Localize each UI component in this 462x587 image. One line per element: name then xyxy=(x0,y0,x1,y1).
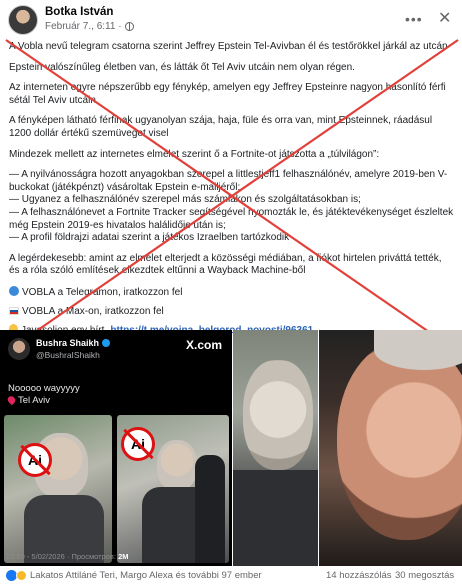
verified-icon xyxy=(102,339,111,347)
tweet-photo: Ai xyxy=(4,415,112,563)
tweet-footer-time: 23:50 - 5/02/2026 · Просмотров: xyxy=(6,552,116,561)
comments-count[interactable]: 14 hozzászólás xyxy=(326,570,391,581)
close-icon[interactable]: ✕ xyxy=(438,8,451,28)
globe-icon xyxy=(124,22,134,31)
post-meta: Február 7., 6:11 · xyxy=(45,21,134,32)
tweet-views: 2M xyxy=(118,552,129,561)
body-shape xyxy=(233,470,318,566)
timestamp[interactable]: Február 7., 6:11 · xyxy=(45,21,122,32)
guard-shape xyxy=(195,455,225,563)
face-shape xyxy=(157,440,197,490)
x-logo: X.com xyxy=(186,338,223,352)
list-item: — A nyilvánosságra hozott anyagokban sze… xyxy=(9,169,448,193)
tweet-photo: Ai xyxy=(117,415,229,563)
ai-badge: Ai xyxy=(121,427,155,461)
post-media[interactable]: Bushra Shaikh @BushraIShaikh X.com Noooo… xyxy=(0,330,462,566)
reactions-summary[interactable]: Lakatos Attiláné Teri, Margo Alexa és to… xyxy=(6,570,262,581)
tweet-handle: @BushraIShaikh xyxy=(36,350,100,360)
post-footer: Lakatos Attiláné Teri, Margo Alexa és to… xyxy=(0,566,462,587)
avatar[interactable] xyxy=(8,5,38,35)
reactions-text: Lakatos Attiláné Teri, Margo Alexa és to… xyxy=(30,570,262,581)
list-item: — A profil földrajzi adatai szerint a já… xyxy=(9,232,290,244)
tweet-screenshot[interactable]: Bushra Shaikh @BushraIShaikh X.com Noooo… xyxy=(0,330,232,566)
channel-line: VOBLA a Telegramon, iratkozzon fel xyxy=(9,285,454,300)
post-header: Botka István Február 7., 6:11 · ••• ✕ xyxy=(0,0,462,40)
tweet-text: Nooooo wayyyyy xyxy=(8,383,80,394)
post-paragraph: Epstein valószínűleg életben van, és lát… xyxy=(9,61,355,73)
ai-badge: Ai xyxy=(18,443,52,477)
channel-line-text: VOBLA a Max-on, iratkozzon fel xyxy=(22,305,164,317)
tweet-avatar xyxy=(8,338,30,360)
face-shape xyxy=(337,340,462,540)
channel-line-text: VOBLA a Telegramon, iratkozzon fel xyxy=(22,286,183,298)
post-paragraph: Az interneten egyre népszerűbb egy fényk… xyxy=(9,82,446,106)
shares-count[interactable]: 30 megosztás xyxy=(395,570,454,581)
post-paragraph: A legérdekesebb: amint az elmélet elterj… xyxy=(9,252,442,277)
haha-icon xyxy=(16,570,27,581)
list-item: — Ugyanez a felhasználónév szerepel más … xyxy=(9,194,361,206)
channel-line: VOBLA a Max-on, iratkozzon fel xyxy=(9,306,454,319)
more-options-icon[interactable]: ••• xyxy=(405,11,423,27)
post-paragraph: A Vobla nevű telegram csatorna szerint J… xyxy=(9,41,448,52)
tweet-footer: 23:50 - 5/02/2026 · Просмотров: 2M xyxy=(6,552,128,561)
tweet-author: Bushra Shaikh xyxy=(36,338,111,348)
post-paragraph: Mindezek mellett az internetes elmélet s… xyxy=(9,148,380,160)
list-item: — A felhasználónevet a Fortnite Tracker … xyxy=(9,206,456,231)
comparison-photo-left[interactable] xyxy=(233,330,318,566)
face-shape xyxy=(243,360,313,470)
post-body: A Vobla nevű telegram csatorna szerint J… xyxy=(9,41,454,338)
author-name[interactable]: Botka István xyxy=(45,6,113,18)
bullet-list: — A nyilvánosságra hozott anyagokban sze… xyxy=(9,169,454,245)
russian-flag-icon xyxy=(9,306,19,315)
globe-emoji-icon xyxy=(9,285,19,296)
tweet-location-text: Tel Aviv xyxy=(18,395,51,406)
tweet-location: Tel Aviv xyxy=(6,394,51,406)
comparison-photo-right[interactable] xyxy=(319,330,462,566)
tweet-author-name: Bushra Shaikh xyxy=(36,338,100,348)
post-paragraph: A fényképen látható férfinak ugyanolyan … xyxy=(9,115,433,139)
pin-icon xyxy=(6,394,17,406)
